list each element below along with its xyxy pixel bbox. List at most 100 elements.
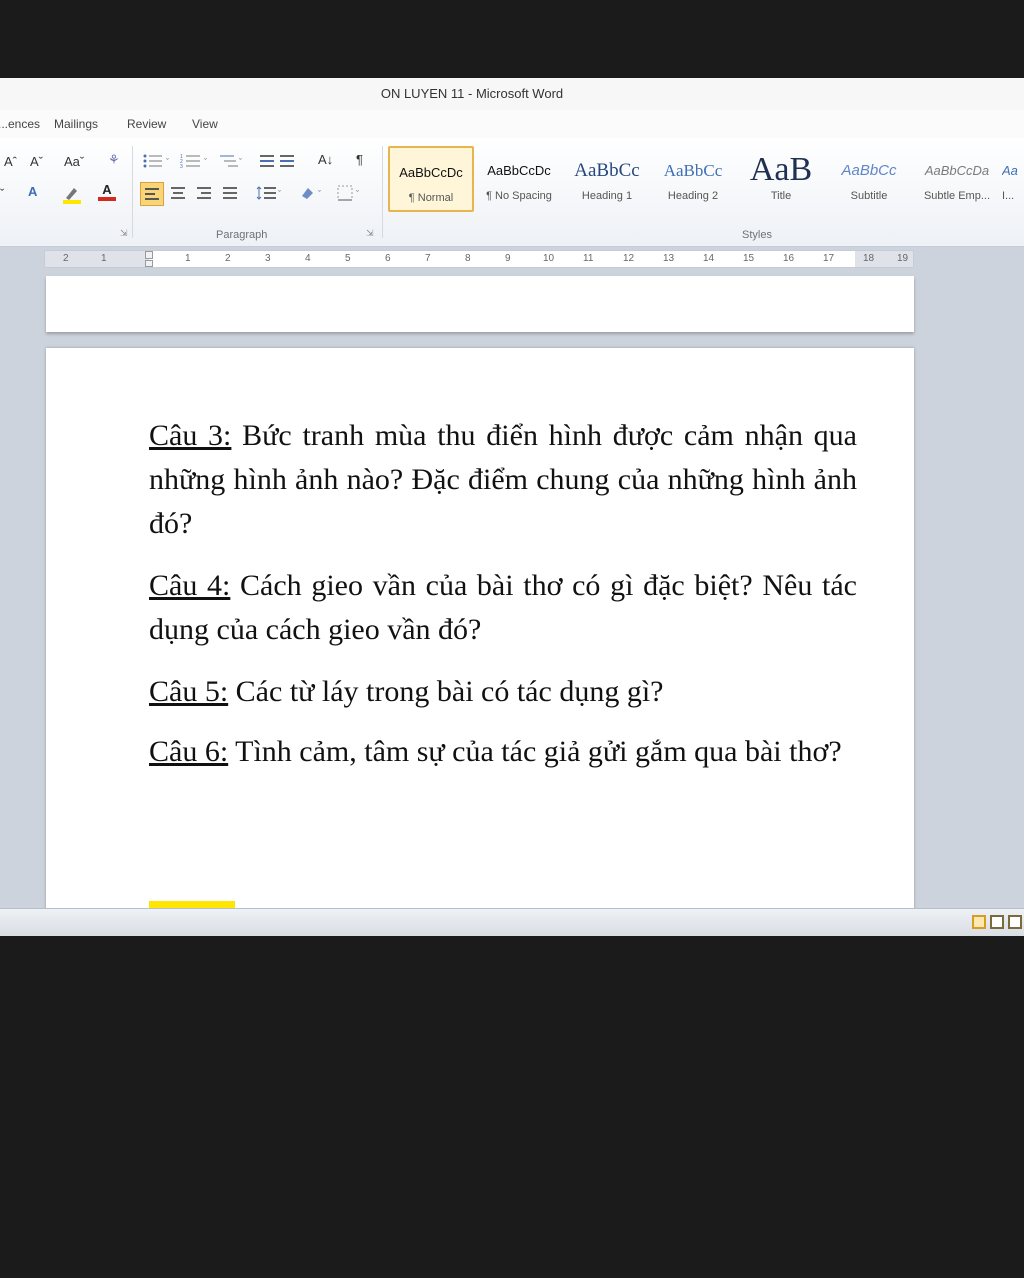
ribbon-body: Aˆ Aˇ Aaˇ ⚘ ˇ A A ˇ 123ˇ ˇ A↓ ¶ ˇ ˇ ˇ ⇲ … — [0, 138, 1024, 247]
font-dialog-launcher-icon[interactable]: ⇲ — [120, 228, 128, 239]
change-case-button[interactable]: Aaˇ — [64, 154, 84, 169]
paragraph-dialog-launcher-icon[interactable]: ⇲ — [366, 228, 374, 239]
question-3: Câu 3: Bức tranh mùa thu điển hình được … — [149, 414, 857, 546]
style-name: Heading 1 — [581, 190, 633, 202]
svg-text:ˇ: ˇ — [239, 157, 242, 167]
font-color-icon[interactable]: A — [98, 182, 116, 201]
grow-font-button[interactable]: Aˆ — [4, 154, 17, 169]
style-no-spacing[interactable]: AaBbCcDc ¶ No Spacing — [476, 146, 562, 212]
question-label: Câu 3: — [149, 419, 232, 452]
web-layout-view-button[interactable] — [1008, 915, 1022, 929]
line-spacing-icon[interactable]: ˇ — [256, 184, 286, 202]
ruler-number: 3 — [265, 253, 271, 264]
ruler-number: 16 — [783, 253, 795, 264]
question-4: Câu 4: Cách gieo vần của bài thơ có gì đ… — [149, 564, 857, 652]
style-sample: AaBbCcDc — [487, 163, 551, 178]
ruler-number: 2 — [63, 253, 69, 264]
ruler-number: 14 — [703, 253, 715, 264]
ruler-left-margin — [45, 251, 149, 267]
style-name: Heading 2 — [667, 190, 719, 202]
show-formatting-button[interactable]: ¶ — [356, 152, 363, 167]
highlight-color-icon[interactable] — [62, 184, 82, 204]
style-heading-1[interactable]: AaBbCc Heading 1 — [564, 146, 650, 212]
style-subtle-emphasis[interactable]: AaBbCcDa Subtle Emp... — [914, 146, 1000, 212]
window-title: ON LUYEN 11 - Microsoft Word — [380, 86, 564, 101]
question-label: Câu 4: — [149, 569, 231, 602]
ruler-number: 19 — [897, 253, 909, 264]
style-sample: AaBbCcDc — [399, 165, 463, 180]
style-sample: AaBbCc — [841, 162, 897, 179]
justify-icon[interactable] — [222, 186, 238, 200]
full-screen-reading-view-button[interactable] — [990, 915, 1004, 929]
horizontal-ruler[interactable]: 2 1 1 2 3 4 5 6 7 8 9 10 11 12 13 14 15 … — [44, 250, 914, 268]
tab-review[interactable]: Review — [127, 117, 166, 131]
style-sample: AaB — [749, 152, 813, 188]
multilevel-list-icon[interactable]: ˇ — [218, 152, 248, 170]
ruler-number: 15 — [743, 253, 755, 264]
previous-page — [46, 276, 914, 332]
question-label: Câu 6: — [149, 735, 229, 768]
clear-formatting-button[interactable]: ⚘ — [108, 152, 120, 168]
style-name: Subtle Emp... — [923, 190, 991, 202]
svg-text:ˇ: ˇ — [166, 157, 169, 167]
bullets-icon[interactable]: ˇ — [142, 152, 182, 170]
style-name: ¶ No Spacing — [486, 190, 552, 202]
print-layout-view-button[interactable] — [972, 915, 986, 929]
style-subtitle[interactable]: AaBbCc Subtitle — [826, 146, 912, 212]
ruler-number: 5 — [345, 253, 351, 264]
borders-icon[interactable]: ˇ — [336, 184, 366, 202]
ruler-number: 1 — [185, 253, 191, 264]
ruler-number: 17 — [823, 253, 835, 264]
tab-references[interactable]: ...ences — [0, 117, 40, 131]
title-bar: ON LUYEN 11 - Microsoft Word — [0, 78, 1024, 110]
style-name: Title — [770, 190, 792, 202]
shrink-font-button[interactable]: Aˇ — [30, 154, 43, 169]
document-page[interactable]: Câu 3: Bức tranh mùa thu điển hình được … — [46, 348, 914, 936]
question-text: Bức tranh mùa thu điển hình được cảm nhậ… — [149, 419, 857, 540]
question-text: Cách gieo vần của bài thơ có gì đặc biệt… — [149, 569, 857, 646]
status-bar — [0, 908, 1024, 936]
question-6: Câu 6: Tình cảm, tâm sự của tác giả gửi … — [149, 730, 857, 774]
ruler-number: 18 — [863, 253, 875, 264]
style-normal[interactable]: AaBbCcDc ¶ Normal — [388, 146, 474, 212]
question-text: Các từ láy trong bài có tác dụng gì? — [228, 675, 664, 708]
ribbon-tabs: ...ences Mailings Review View — [0, 110, 1024, 138]
sort-button[interactable]: A↓ — [318, 152, 333, 167]
tab-view[interactable]: View — [192, 117, 218, 131]
style-name: Subtitle — [850, 190, 888, 202]
group-separator — [382, 146, 383, 238]
style-name: I... — [1002, 190, 1015, 202]
ruler-number: 4 — [305, 253, 311, 264]
font-dialog-icon[interactable]: ˇ — [0, 186, 4, 201]
shading-icon[interactable]: ˇ — [298, 184, 328, 202]
ruler-number: 2 — [225, 253, 231, 264]
ruler-number: 11 — [583, 253, 594, 264]
style-intense-emphasis[interactable]: Aa I... — [1002, 146, 1024, 212]
align-right-icon[interactable] — [196, 186, 212, 200]
style-sample: AaBbCc — [663, 161, 723, 180]
styles-group-label: Styles — [742, 229, 772, 241]
indent-icons[interactable] — [258, 152, 298, 170]
view-buttons — [972, 915, 1022, 929]
tab-mailings[interactable]: Mailings — [54, 117, 98, 131]
text-effects-icon[interactable]: A — [28, 184, 37, 199]
numbering-icon[interactable]: 123ˇ — [180, 152, 216, 170]
svg-text:ˇ: ˇ — [204, 157, 207, 167]
style-title[interactable]: AaB Title — [738, 146, 824, 212]
ruler-number: 12 — [623, 253, 635, 264]
style-heading-2[interactable]: AaBbCc Heading 2 — [650, 146, 736, 212]
paragraph-group-label: Paragraph — [216, 229, 268, 241]
ruler-number: 8 — [465, 253, 471, 264]
first-line-indent-marker[interactable] — [145, 251, 153, 259]
left-indent-marker[interactable] — [145, 260, 153, 267]
ruler-number: 13 — [663, 253, 675, 264]
group-separator — [132, 146, 133, 238]
svg-text:ˇ: ˇ — [356, 189, 359, 199]
align-left-button[interactable] — [140, 182, 164, 206]
svg-text:3: 3 — [180, 164, 183, 170]
ruler-number: 1 — [101, 253, 107, 264]
word-window: ON LUYEN 11 - Microsoft Word ...ences Ma… — [0, 78, 1024, 936]
ruler-number: 9 — [505, 253, 511, 264]
align-center-icon[interactable] — [170, 186, 186, 200]
ruler-number: 7 — [425, 253, 431, 264]
